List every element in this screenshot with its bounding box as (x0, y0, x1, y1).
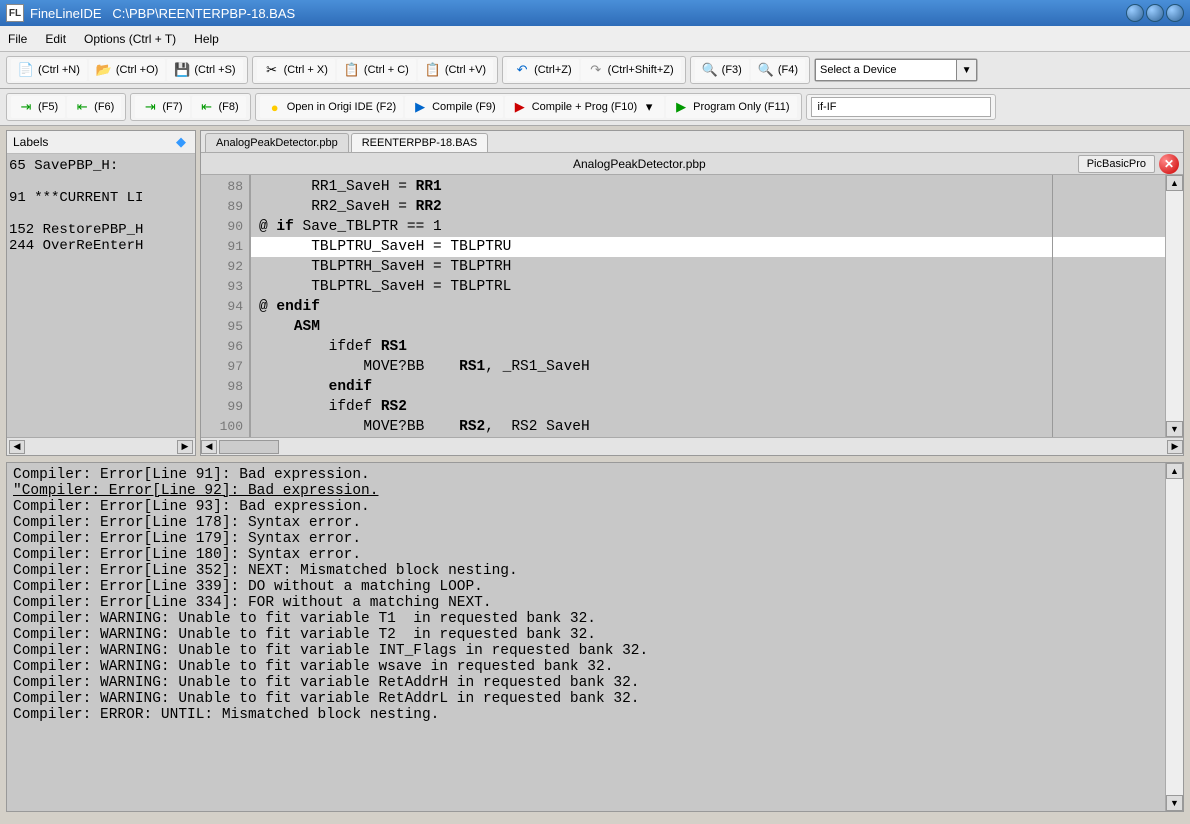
editor-vscroll[interactable]: ▲ ▼ (1165, 175, 1183, 437)
undo-button[interactable]: ↶(Ctrl+Z) (507, 59, 579, 81)
program-only-button[interactable]: ▶Program Only (F11) (666, 96, 796, 118)
indent-f7-button[interactable]: ⇥(F7) (135, 96, 189, 118)
file-tabs: AnalogPeakDetector.pbp REENTERPBP-18.BAS (201, 131, 1183, 153)
new-button[interactable]: 📄(Ctrl +N) (11, 59, 87, 81)
open-origi-button[interactable]: ●Open in Origi IDE (F2) (260, 96, 403, 118)
labels-list[interactable]: 65 SavePBP_H: 91 ***CURRENT LI 152 Resto… (7, 154, 195, 437)
toolbar-row-2: ⇥(F5) ⇤(F6) ⇥(F7) ⇤(F8) ●Open in Origi I… (0, 89, 1190, 126)
open-button[interactable]: 📂(Ctrl +O) (89, 59, 165, 81)
scroll-down-icon[interactable]: ▼ (1166, 795, 1183, 811)
editor-filename: AnalogPeakDetector.pbp (201, 157, 1078, 171)
search-icon: 🔍 (702, 62, 718, 78)
save-button[interactable]: 💾(Ctrl +S) (167, 59, 242, 81)
app-icon: FL (6, 4, 24, 22)
find-button[interactable]: 🔍(F3) (695, 59, 749, 81)
search-next-icon: 🔍 (758, 62, 774, 78)
menu-file[interactable]: File (8, 32, 27, 46)
redo-button[interactable]: ↷(Ctrl+Shift+Z) (581, 59, 681, 81)
tab-reenterpbp[interactable]: REENTERPBP-18.BAS (351, 133, 489, 152)
chevron-down-icon[interactable]: ▾ (641, 99, 657, 115)
labels-title: Labels (13, 135, 48, 149)
diamond-icon: ◆ (173, 134, 189, 150)
code-area[interactable]: 888990919293949596979899100 RR1_SaveH = … (201, 175, 1183, 437)
scroll-left-icon[interactable]: ◀ (201, 440, 217, 454)
open-folder-icon: 📂 (96, 62, 112, 78)
menu-help[interactable]: Help (194, 32, 219, 46)
minimize-button[interactable] (1126, 4, 1144, 22)
window-title: FineLineIDE C:\PBP\REENTERPBP-18.BAS (30, 6, 1126, 21)
editor-header: AnalogPeakDetector.pbp PicBasicPro ✕ (201, 153, 1183, 175)
editor-hscroll[interactable]: ◀ ▶ (201, 437, 1183, 455)
margin-line (1052, 175, 1053, 437)
cut-button[interactable]: ✂(Ctrl + X) (257, 59, 335, 81)
play-icon: ▶ (512, 99, 528, 115)
scroll-down-icon[interactable]: ▼ (1166, 421, 1183, 437)
indent-icon: ⇥ (142, 99, 158, 115)
language-badge[interactable]: PicBasicPro (1078, 155, 1155, 173)
paste-button[interactable]: 📋(Ctrl +V) (418, 59, 493, 81)
editor-panel: AnalogPeakDetector.pbp REENTERPBP-18.BAS… (200, 130, 1184, 456)
scroll-up-icon[interactable]: ▲ (1166, 175, 1183, 191)
dropdown-arrow-icon[interactable]: ▼ (956, 60, 976, 80)
menu-options[interactable]: Options (Ctrl + T) (84, 32, 176, 46)
scroll-left-icon[interactable]: ◀ (9, 440, 25, 454)
maximize-button[interactable] (1146, 4, 1164, 22)
cut-icon: ✂ (264, 62, 280, 78)
line-gutter: 888990919293949596979899100 (201, 175, 251, 437)
toolbar-row-1: 📄(Ctrl +N) 📂(Ctrl +O) 💾(Ctrl +S) ✂(Ctrl … (0, 52, 1190, 89)
outdent-icon: ⇤ (199, 99, 215, 115)
copy-icon: 📋 (344, 62, 360, 78)
compile-prog-button[interactable]: ▶Compile + Prog (F10)▾ (505, 96, 664, 118)
find-next-button[interactable]: 🔍(F4) (751, 59, 805, 81)
copy-button[interactable]: 📋(Ctrl + C) (337, 59, 416, 81)
undo-icon: ↶ (514, 62, 530, 78)
scroll-thumb[interactable] (219, 440, 279, 454)
snippet-box[interactable]: if-IF (811, 97, 991, 117)
device-select[interactable]: ▼ (815, 59, 977, 81)
labels-hscroll[interactable]: ◀ ▶ (7, 437, 195, 455)
circle-icon: ● (267, 99, 283, 115)
indent-f5-button[interactable]: ⇥(F5) (11, 96, 65, 118)
output-text[interactable]: Compiler: Error[Line 91]: Bad expression… (7, 463, 1165, 811)
menubar: File Edit Options (Ctrl + T) Help (0, 26, 1190, 52)
paste-icon: 📋 (425, 62, 441, 78)
save-icon: 💾 (174, 62, 190, 78)
scroll-up-icon[interactable]: ▲ (1166, 463, 1183, 479)
indent-icon: ⇥ (18, 99, 34, 115)
outdent-f8-button[interactable]: ⇤(F8) (192, 96, 246, 118)
device-select-input[interactable] (816, 60, 956, 80)
output-vscroll[interactable]: ▲ ▼ (1165, 463, 1183, 811)
labels-panel: Labels ◆ 65 SavePBP_H: 91 ***CURRENT LI … (6, 130, 196, 456)
titlebar: FL FineLineIDE C:\PBP\REENTERPBP-18.BAS (0, 0, 1190, 26)
scroll-right-icon[interactable]: ▶ (1167, 440, 1183, 454)
output-panel: Compiler: Error[Line 91]: Bad expression… (6, 462, 1184, 812)
tab-analogpeak[interactable]: AnalogPeakDetector.pbp (205, 133, 349, 152)
redo-icon: ↷ (588, 62, 604, 78)
compile-button[interactable]: ▶Compile (F9) (405, 96, 503, 118)
play-icon: ▶ (412, 99, 428, 115)
code-text[interactable]: RR1_SaveH = RR1 RR2_SaveH = RR2@ if Save… (251, 175, 1165, 437)
close-button[interactable] (1166, 4, 1184, 22)
outdent-icon: ⇤ (74, 99, 90, 115)
close-editor-button[interactable]: ✕ (1159, 154, 1179, 174)
outdent-f6-button[interactable]: ⇤(F6) (67, 96, 121, 118)
new-file-icon: 📄 (18, 62, 34, 78)
menu-edit[interactable]: Edit (45, 32, 66, 46)
play-icon: ▶ (673, 99, 689, 115)
scroll-right-icon[interactable]: ▶ (177, 440, 193, 454)
labels-header[interactable]: Labels ◆ (7, 131, 195, 154)
